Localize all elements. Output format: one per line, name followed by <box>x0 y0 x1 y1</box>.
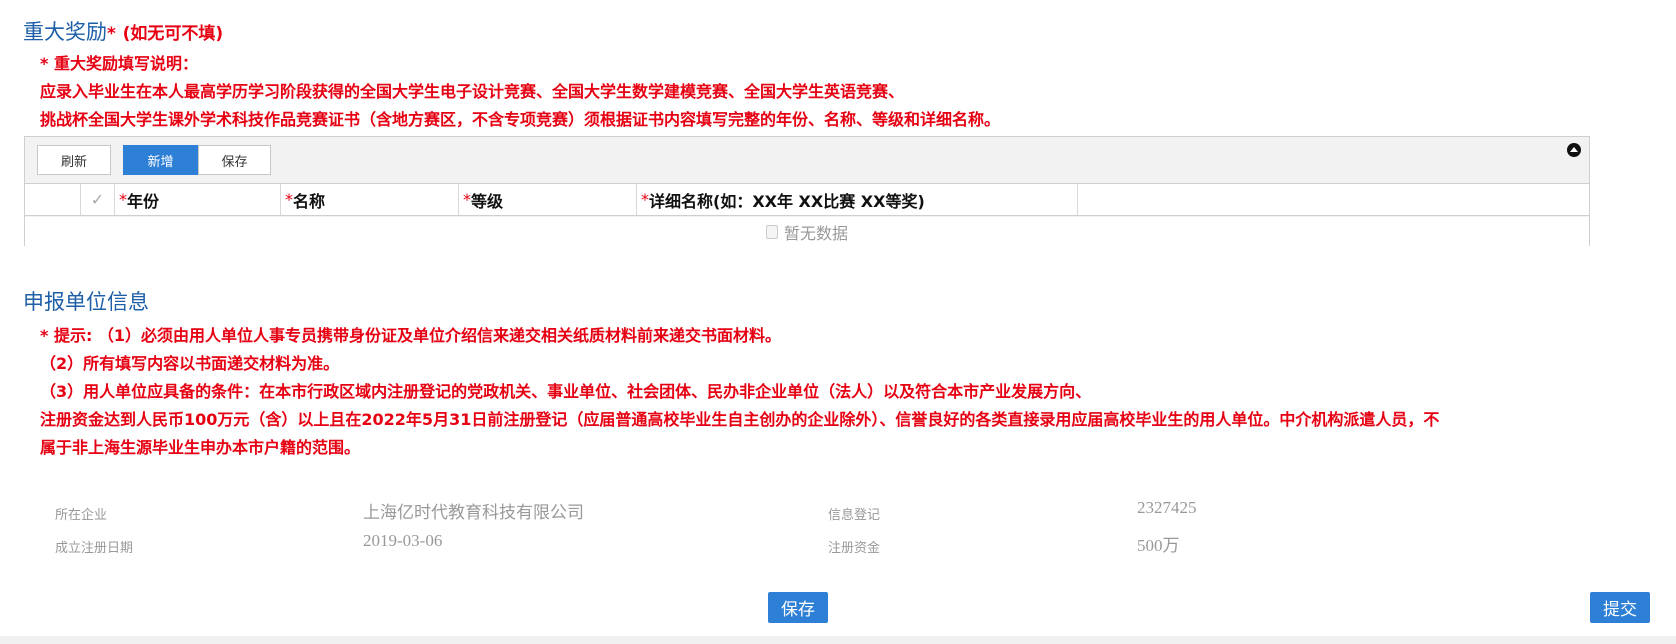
info-register-label: 信息登记 <box>828 508 881 523</box>
grid-save-button[interactable]: 保存 <box>198 145 271 175</box>
info-register-value: 2327425 <box>1137 498 1197 517</box>
unit-note-line: 属于非上海生源毕业生申办本市户籍的范围。 <box>40 438 361 457</box>
empty-text: 暂无数据 <box>783 223 848 243</box>
empty-state: 暂无数据 <box>765 220 848 244</box>
add-button[interactable]: 新增 <box>123 145 198 175</box>
awards-note-line: 应录入毕业生在本人最高学历学习阶段获得的全国大学生电子设计竞赛、全国大学生数学建… <box>40 82 905 101</box>
unit-note-line: （3）用人单位应具备的条件：在本市行政区域内注册登记的党政机关、事业单位、社会团… <box>40 382 1092 401</box>
column-year[interactable]: * 年份 <box>115 184 281 215</box>
register-date-label: 成立注册日期 <box>55 541 134 556</box>
save-button[interactable]: 保存 <box>768 592 828 623</box>
unit-note-line: * 提示: （1）必须由用人单位人事专员携带身份证及单位介绍信来递交相关纸质材料… <box>40 326 782 345</box>
refresh-button[interactable]: 刷新 <box>37 145 111 175</box>
submit-button[interactable]: 提交 <box>1590 592 1650 623</box>
required-mark: * <box>107 24 116 44</box>
register-date-value: 2019-03-06 <box>363 531 443 550</box>
awards-notes: * 重大奖励填写说明： 应录入毕业生在本人最高学历学习阶段获得的全国大学生电子设… <box>40 50 1000 134</box>
unit-section-title: 申报单位信息 <box>23 290 149 314</box>
awards-title: 重大奖励 <box>23 20 107 44</box>
awards-note-line: * 重大奖励填写说明： <box>40 54 198 73</box>
collapse-icon[interactable] <box>1567 143 1581 157</box>
column-detail-name[interactable]: * 详细名称(如：XX年 XX比赛 XX等奖) <box>637 184 1078 215</box>
grid-toolbar: 刷新 新增 保存 <box>37 145 271 175</box>
capital-label: 注册资金 <box>828 541 881 556</box>
bottom-strip <box>0 636 1676 644</box>
awards-note-line: 挑战杯全国大学生课外学术科技作品竞赛证书（含地方赛区，不含专项竞赛）须根据证书内… <box>40 110 1001 129</box>
unit-note-line: 注册资金达到人民币100万元（含）以上且在2022年5月31日前注册登记（应届普… <box>40 410 1440 429</box>
company-label: 所在企业 <box>55 508 108 523</box>
unit-notes: * 提示: （1）必须由用人单位人事专员携带身份证及单位介绍信来递交相关纸质材料… <box>40 322 1439 462</box>
grid-body: 暂无数据 <box>25 217 1589 246</box>
company-value: 上海亿时代教育科技有限公司 <box>363 503 584 522</box>
grid-header: ✓ * 年份 * 名称 * 等级 * 详细名称(如：XX年 XX比赛 XX等奖) <box>25 183 1589 216</box>
capital-value: 500万 <box>1137 536 1180 555</box>
column-level[interactable]: * 等级 <box>459 184 637 215</box>
column-name[interactable]: * 名称 <box>281 184 459 215</box>
awards-subtitle: (如无可不填) <box>122 24 224 44</box>
awards-grid: 刷新 新增 保存 ✓ * 年份 * 名称 * 等级 * 详细名称(如：XX年 XX比赛 … <box>24 136 1590 246</box>
awards-section-title: 重大奖励* (如无可不填) <box>23 16 223 46</box>
empty-document-icon <box>765 224 778 239</box>
unit-note-line: （2）所有填写内容以书面递交材料为准。 <box>40 354 340 373</box>
row-number-column <box>25 184 81 215</box>
check-icon: ✓ <box>90 190 105 209</box>
select-all-checkbox[interactable]: ✓ <box>81 184 115 215</box>
